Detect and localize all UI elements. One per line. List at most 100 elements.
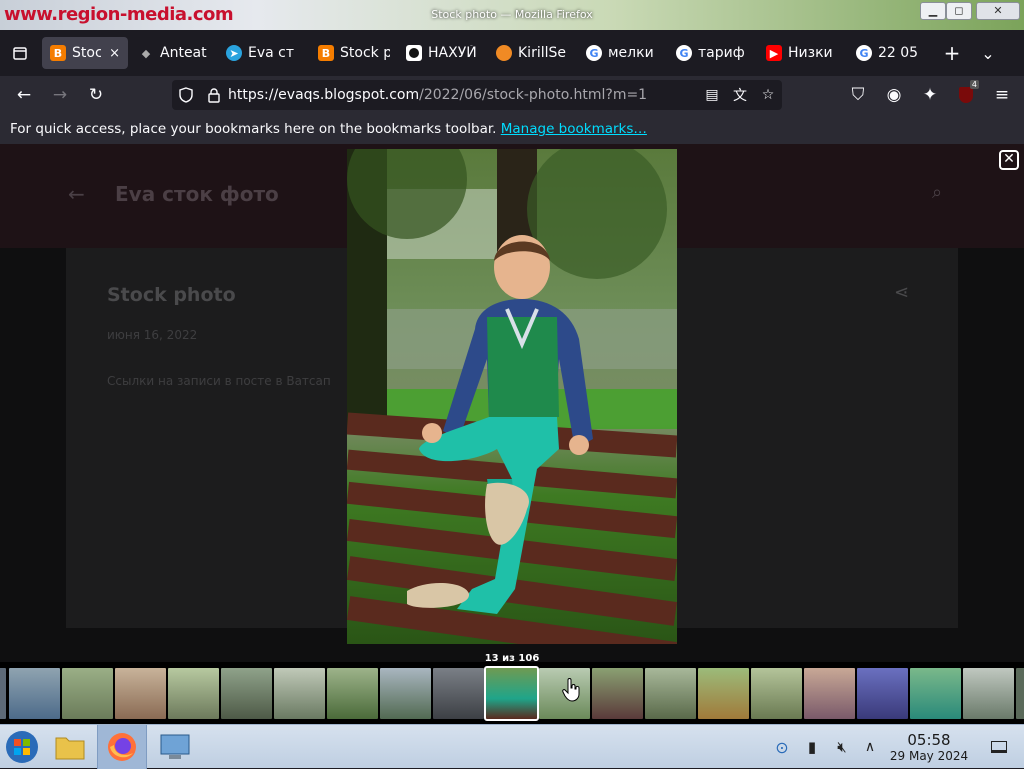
back-button[interactable]: ← bbox=[6, 79, 42, 111]
plus-icon: + bbox=[943, 41, 961, 65]
thumbnail[interactable] bbox=[380, 668, 431, 719]
thumbnail[interactable] bbox=[804, 668, 855, 719]
thumbnail[interactable] bbox=[327, 668, 378, 719]
minimize-icon: ▁ bbox=[928, 4, 938, 17]
thumbnail[interactable] bbox=[115, 668, 166, 719]
thumbnail[interactable] bbox=[910, 668, 961, 719]
extensions-button[interactable]: ✦ bbox=[912, 79, 948, 111]
thumbnail[interactable] bbox=[274, 668, 325, 719]
lock-icon[interactable] bbox=[200, 87, 228, 103]
tab-strip: B Stock p × ◆ Anteat ➤ Eva ст B Stock p … bbox=[0, 30, 1024, 76]
desktop-icon bbox=[991, 741, 1007, 753]
toolbar-right: ⛉ ◉ ✦ 4 ≡ bbox=[840, 79, 1020, 111]
reader-view-icon[interactable]: ▤ bbox=[698, 87, 726, 103]
battery-icon: ▮ bbox=[807, 738, 817, 756]
minimize-button[interactable]: ▁ bbox=[920, 2, 946, 20]
firefox-taskbar-button[interactable] bbox=[97, 725, 147, 769]
maximize-icon: ◻ bbox=[954, 4, 964, 17]
reload-icon: ↻ bbox=[88, 85, 104, 105]
manage-bookmarks-link[interactable]: Manage bookmarks… bbox=[501, 121, 647, 137]
bookmarks-toolbar: For quick access, place your bookmarks h… bbox=[0, 114, 1024, 144]
maximize-button[interactable]: ◻ bbox=[946, 2, 972, 20]
thumbnail[interactable] bbox=[751, 668, 802, 719]
list-all-tabs-button[interactable]: ⌄ bbox=[970, 37, 1006, 69]
hamburger-menu-icon: ≡ bbox=[994, 85, 1010, 105]
tab-list-button[interactable] bbox=[0, 37, 40, 69]
tray-expand-button[interactable]: ∧ bbox=[858, 725, 882, 769]
tab-label: Eva ст bbox=[248, 45, 295, 61]
app-menu-button[interactable]: ≡ bbox=[984, 79, 1020, 111]
thumbnail[interactable] bbox=[857, 668, 908, 719]
share-icon[interactable]: ⋖ bbox=[894, 282, 909, 303]
arrow-left-icon: ← bbox=[16, 85, 32, 105]
forward-button[interactable]: → bbox=[42, 79, 78, 111]
lightbox-close-button[interactable]: ✕ bbox=[999, 150, 1019, 170]
search-icon[interactable]: ⌕ bbox=[932, 182, 942, 203]
url-text[interactable]: https://evaqs.blogspot.com/2022/06/stock… bbox=[228, 87, 698, 103]
remote-desktop-button[interactable] bbox=[155, 725, 195, 769]
url-bar[interactable]: https://evaqs.blogspot.com/2022/06/stock… bbox=[172, 80, 782, 110]
tray-battery-button[interactable]: ▮ bbox=[800, 725, 824, 769]
shield-icon[interactable] bbox=[172, 87, 200, 103]
tab-kirillse[interactable]: KirillSe bbox=[488, 37, 578, 69]
taskbar-clock[interactable]: 05:58 29 May 2024 bbox=[884, 731, 974, 763]
account-button[interactable]: ◉ bbox=[876, 79, 912, 111]
thumbnail[interactable] bbox=[168, 668, 219, 719]
translate-icon[interactable]: 文 bbox=[726, 85, 754, 105]
pocket-icon: ⛉ bbox=[851, 85, 865, 105]
chevron-up-icon: ∧ bbox=[864, 739, 876, 755]
thumbnail[interactable] bbox=[0, 668, 6, 719]
thumbnail[interactable] bbox=[1016, 668, 1024, 719]
network-icon: ⊙ bbox=[775, 737, 789, 757]
thumbnail[interactable] bbox=[62, 668, 113, 719]
tray-network-button[interactable]: ⊙ bbox=[770, 725, 794, 769]
hand-cursor-icon bbox=[562, 678, 580, 702]
google-icon: G bbox=[856, 45, 872, 61]
chevron-down-icon: ⌄ bbox=[981, 43, 995, 63]
tab-google-melki[interactable]: G мелки bbox=[578, 37, 668, 69]
close-window-button[interactable]: ✕ bbox=[976, 2, 1020, 20]
tab-youtube[interactable]: ▶ Низки bbox=[758, 37, 848, 69]
close-icon: ✕ bbox=[993, 4, 1003, 17]
bookmarks-hint-text: For quick access, place your bookmarks h… bbox=[10, 121, 497, 137]
window-title: Stock photo — Mozilla Firefox bbox=[431, 8, 593, 21]
thumbnail[interactable] bbox=[221, 668, 272, 719]
tray-volume-button[interactable]: 🔇︎ bbox=[830, 725, 854, 769]
windows-start-icon bbox=[6, 731, 38, 763]
thumbnail[interactable] bbox=[645, 668, 696, 719]
thumbnail[interactable] bbox=[592, 668, 643, 719]
tab-label: 22 05 bbox=[878, 45, 919, 61]
show-desktop-button[interactable] bbox=[984, 725, 1014, 769]
tab-overview-icon bbox=[13, 47, 27, 60]
bookmark-star-icon[interactable]: ☆ bbox=[754, 87, 782, 103]
tab-nahui[interactable]: НАХУЙ bbox=[398, 37, 488, 69]
tab-telegram[interactable]: ➤ Eva ст bbox=[218, 37, 310, 69]
url-host: https://evaqs.blogspot.com bbox=[228, 87, 420, 103]
url-path: /2022/06/stock-photo.html?m=1 bbox=[419, 87, 648, 103]
lightbox-photo[interactable] bbox=[347, 149, 677, 644]
tab-anteater[interactable]: ◆ Anteat bbox=[130, 37, 218, 69]
tab-stock-photo-2[interactable]: B Stock p bbox=[310, 37, 398, 69]
thumbnail-selected[interactable] bbox=[484, 666, 539, 721]
start-button[interactable] bbox=[0, 725, 44, 769]
image-counter: 13 из 106 bbox=[484, 653, 540, 664]
file-manager-button[interactable] bbox=[50, 725, 90, 769]
tab-close-icon[interactable]: × bbox=[109, 46, 120, 61]
blogger-icon: B bbox=[318, 45, 334, 61]
pocket-button[interactable]: ⛉ bbox=[840, 79, 876, 111]
tab-label: НАХУЙ bbox=[428, 45, 477, 61]
new-tab-button[interactable]: + bbox=[934, 37, 970, 69]
thumbnail[interactable] bbox=[433, 668, 484, 719]
back-arrow-icon[interactable]: ← bbox=[68, 182, 85, 206]
tab-google-date[interactable]: G 22 05 bbox=[848, 37, 934, 69]
ublock-extension-button[interactable]: 4 bbox=[948, 79, 984, 111]
thumbnail[interactable] bbox=[963, 668, 1014, 719]
page-content: ← Eva сток фото ⌕ Stock photo июня 16, 2… bbox=[0, 144, 1024, 724]
photo-boy-on-bench bbox=[347, 149, 677, 644]
clock-date: 29 May 2024 bbox=[889, 749, 969, 763]
reload-button[interactable]: ↻ bbox=[78, 79, 114, 111]
thumbnail[interactable] bbox=[698, 668, 749, 719]
tab-stock-photo-active[interactable]: B Stock p × bbox=[42, 37, 128, 69]
tab-google-tarif[interactable]: G тариф bbox=[668, 37, 758, 69]
thumbnail[interactable] bbox=[9, 668, 60, 719]
